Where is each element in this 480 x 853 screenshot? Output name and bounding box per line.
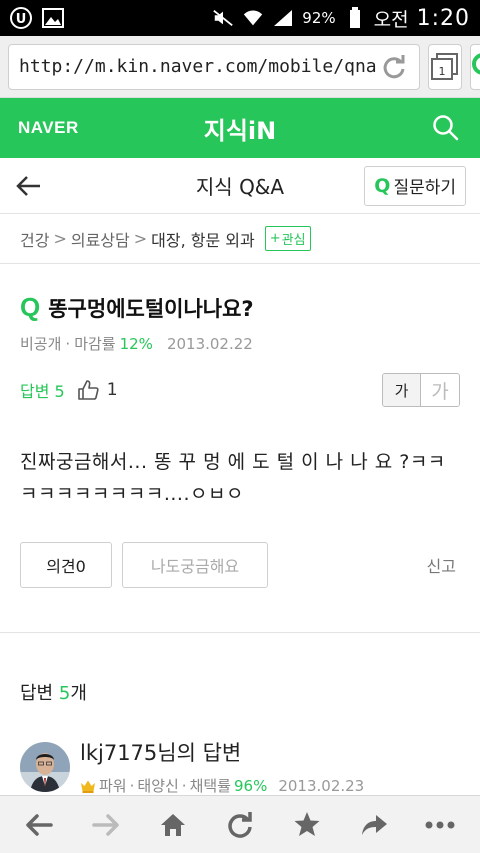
question-actions: 의견0 나도궁금해요 신고 xyxy=(0,542,480,633)
status-time: 1:20 xyxy=(416,5,470,31)
answerer-name[interactable]: lkj7175님의 답변 xyxy=(80,737,364,767)
url-text[interactable]: http://m.kin.naver.com/mobile/qna xyxy=(19,56,377,77)
answers-head-label: 답변 xyxy=(20,683,54,704)
crown-icon xyxy=(81,780,95,793)
meta-dot: · xyxy=(129,776,135,795)
close-rate-label: 마감률 xyxy=(74,335,116,353)
browser-search-button[interactable] xyxy=(469,43,480,90)
search-icon xyxy=(471,52,480,75)
back-icon[interactable] xyxy=(13,802,65,848)
question-author: 비공개 xyxy=(20,335,62,353)
home-icon[interactable] xyxy=(147,802,199,848)
report-link[interactable]: 신고 xyxy=(427,553,456,577)
font-size-toggle: 가 가 xyxy=(382,373,460,407)
adopt-rate-value: 96% xyxy=(233,776,268,795)
question-mark-icon: Q xyxy=(20,292,41,322)
back-arrow-icon[interactable] xyxy=(14,171,44,201)
answerer-grade: 파워 xyxy=(99,777,127,795)
naver-logo[interactable]: NAVER xyxy=(18,118,79,138)
question-section: Q 똥구멍에도털이나나요? 비공개 · 마감률 12% 2013.02.22 답… xyxy=(0,264,480,633)
answer-date: 2013.02.23 xyxy=(278,776,365,795)
question-date: 2013.02.22 xyxy=(166,334,253,353)
font-large-button[interactable]: 가 xyxy=(421,374,459,406)
tab-count: 1 xyxy=(438,65,445,78)
me-too-curious-button[interactable]: 나도궁금해요 xyxy=(122,542,268,588)
u-plus-icon: U xyxy=(10,7,32,29)
answerer-rank: 태양신 xyxy=(137,777,179,795)
image-icon xyxy=(42,7,64,29)
share-icon[interactable] xyxy=(348,802,400,848)
thumbs-up-icon xyxy=(77,380,99,400)
adopt-rate-label: 채택률 xyxy=(189,777,231,795)
follow-button[interactable]: + 관심 xyxy=(264,226,311,251)
status-bar: U 92% 오전 1:20 xyxy=(0,0,480,36)
opinion-button[interactable]: 의견0 xyxy=(20,542,112,588)
forward-icon[interactable] xyxy=(80,802,132,848)
sub-nav: 지식 Q&A Q 질문하기 xyxy=(0,158,480,214)
font-small-button[interactable]: 가 xyxy=(383,374,421,406)
breadcrumb-item-medical[interactable]: 의료상담 xyxy=(71,227,130,251)
question-title: 똥구멍에도털이나나요? xyxy=(48,296,254,321)
battery-percent: 92% xyxy=(302,9,336,27)
breadcrumb-item-health[interactable]: 건강 xyxy=(20,227,49,251)
mute-icon xyxy=(212,7,234,29)
like-count: 1 xyxy=(106,380,118,400)
avatar[interactable] xyxy=(20,741,70,792)
signal-icon xyxy=(272,7,294,29)
header-search-icon[interactable] xyxy=(430,112,462,144)
follow-label: 관심 xyxy=(281,233,306,248)
status-ampm: 오전 xyxy=(373,8,409,31)
naver-header: NAVER 지식iN xyxy=(0,98,480,158)
meta-dot: · xyxy=(65,334,71,353)
answerer-meta: 파워 · 태양신 · 채택률 96% 2013.02.23 xyxy=(80,775,364,796)
answer-info: lkj7175님의 답변 파워 · 태양신 · 채택률 96% 2013.02.… xyxy=(80,737,364,796)
question-meta: 비공개 · 마감률 12% 2013.02.22 xyxy=(20,333,460,354)
ask-question-button[interactable]: Q 질문하기 xyxy=(364,165,466,206)
q-icon: Q xyxy=(374,174,391,197)
answers-heading: 답변 5개 xyxy=(20,679,460,705)
breadcrumb-separator: > xyxy=(133,229,148,248)
answers-head-count: 5 xyxy=(58,683,71,704)
battery-icon xyxy=(344,7,366,29)
plus-icon: + xyxy=(269,231,281,246)
answers-section: 답변 5개 lkj7175님의 답변 파워 · 태양신 · 채택률 96% 20… xyxy=(0,633,480,796)
breadcrumb-item-colorectal[interactable]: 대장, 항문 외과 xyxy=(151,227,255,251)
tabs-button[interactable]: 1 xyxy=(427,43,462,90)
question-title-row: Q 똥구멍에도털이나나요? xyxy=(20,292,460,323)
answer-item[interactable]: lkj7175님의 답변 파워 · 태양신 · 채택률 96% 2013.02.… xyxy=(20,737,460,796)
breadcrumb: 건강 > 의료상담 > 대장, 항문 외과 + 관심 xyxy=(0,214,480,264)
question-body: 진짜궁금해서... 똥 꾸 멍 에 도 털 이 나 나 요 ?ㅋㅋㅋㅋㅋㅋㅋㅋㅋ… xyxy=(20,451,446,505)
address-bar[interactable]: http://m.kin.naver.com/mobile/qna xyxy=(8,43,420,90)
close-rate-value: 12% xyxy=(119,334,153,353)
refresh-icon[interactable] xyxy=(214,802,266,848)
wifi-icon xyxy=(242,7,264,29)
reload-icon[interactable] xyxy=(377,50,411,84)
more-menu-icon[interactable] xyxy=(414,802,466,848)
bookmark-star-icon[interactable] xyxy=(281,802,333,848)
browser-bottom-toolbar xyxy=(0,795,480,853)
breadcrumb-separator: > xyxy=(53,229,67,248)
answers-head-unit: 개 xyxy=(70,683,87,704)
answer-count-link[interactable]: 답변 5 xyxy=(20,378,65,402)
browser-toolbar: http://m.kin.naver.com/mobile/qna 1 xyxy=(0,36,480,98)
question-stats: 답변 5 1 가 가 xyxy=(20,372,460,408)
meta-dot: · xyxy=(181,776,187,795)
like-button[interactable]: 1 xyxy=(77,379,118,401)
ask-question-label: 질문하기 xyxy=(393,178,456,198)
svg-text:U: U xyxy=(16,12,27,27)
